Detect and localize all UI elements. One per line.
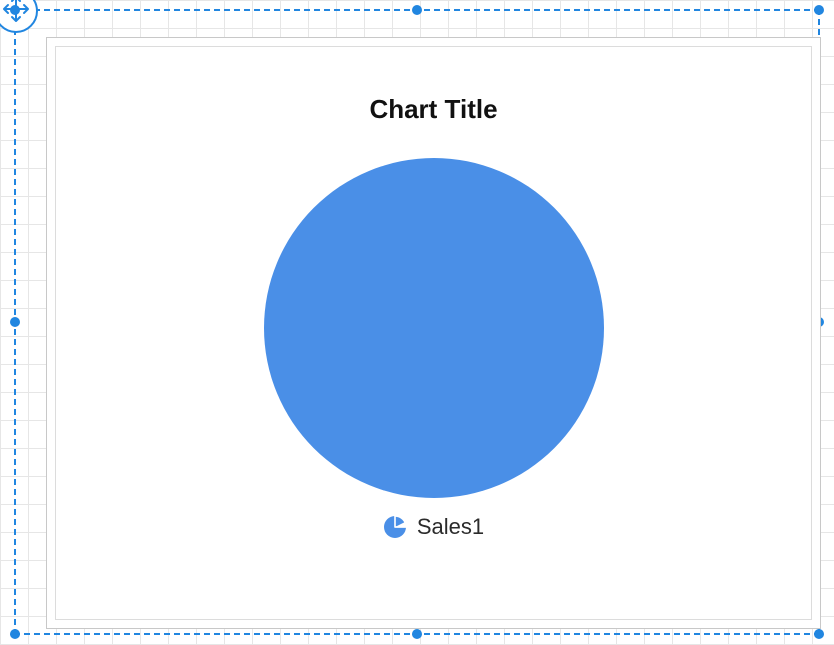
move-handle[interactable] [0,0,38,33]
resize-handle-top-left[interactable] [10,5,20,15]
pie-icon [383,515,407,539]
resize-handle-bottom-center[interactable] [412,629,422,639]
chart-object[interactable]: Chart Title Sales1 [46,37,821,629]
chart-title[interactable]: Chart Title [47,94,820,125]
resize-handle-top-right[interactable] [814,5,824,15]
legend-series-label[interactable]: Sales1 [417,514,484,540]
chart-legend[interactable]: Sales1 [47,514,820,540]
chart-selection-frame[interactable]: Chart Title Sales1 [14,9,820,635]
resize-handle-bottom-left[interactable] [10,629,20,639]
resize-handle-bottom-right[interactable] [814,629,824,639]
pie-chart[interactable] [264,158,604,498]
resize-handle-top-center[interactable] [412,5,422,15]
resize-handle-middle-left[interactable] [10,317,20,327]
pie-slice-sales1[interactable] [264,158,604,498]
